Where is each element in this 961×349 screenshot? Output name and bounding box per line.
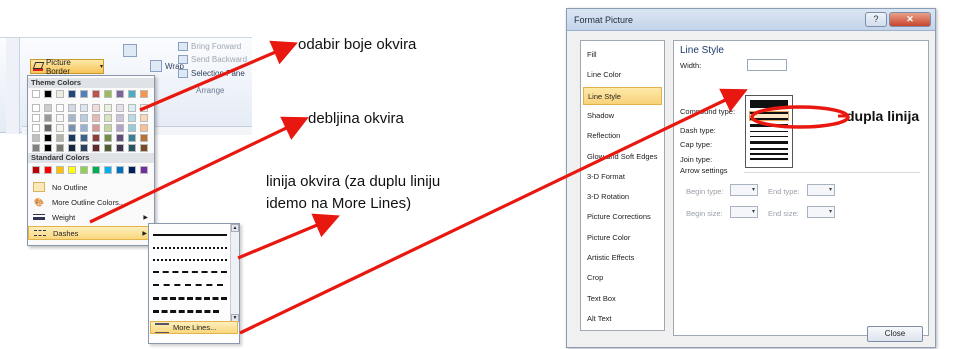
arrow-to-border-weight bbox=[89, 116, 309, 224]
arrow-to-border-color bbox=[139, 40, 298, 112]
arrow-to-border-line bbox=[237, 213, 340, 260]
arrow-to-compound-type bbox=[239, 88, 748, 335]
annotation-arrows bbox=[89, 40, 850, 335]
double-line-highlight bbox=[750, 105, 850, 129]
